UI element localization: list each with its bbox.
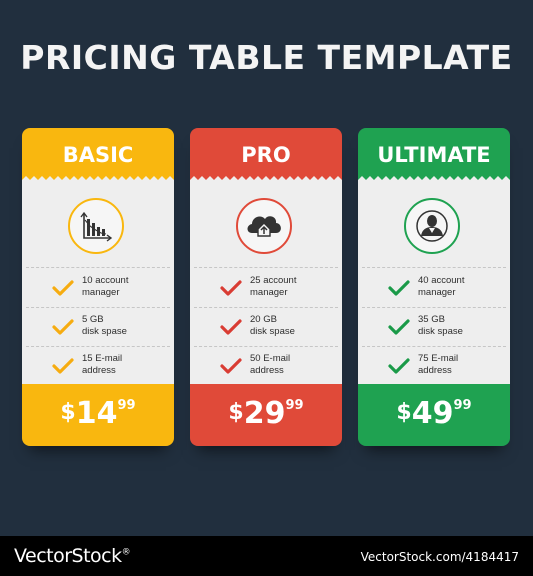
divider	[26, 307, 170, 308]
divider	[26, 267, 170, 268]
divider	[194, 346, 338, 347]
feature-email: 50 E-mail address	[190, 350, 342, 384]
feature-line: 20 GB	[250, 314, 277, 325]
user-icon	[404, 198, 460, 254]
feature-line: disk spase	[82, 326, 127, 337]
feature-line: 50 E-mail	[250, 353, 291, 364]
pricing-card-pro[interactable]: PRO 25 account manager 20 GB disk spase 50…	[190, 128, 342, 446]
zigzag-edge	[22, 176, 174, 184]
divider	[362, 346, 506, 347]
price: $1499	[22, 396, 174, 431]
feature-accounts: 25 account manager	[190, 272, 342, 306]
card-body: 40 account manager 35 GB disk spase 75 E-m…	[358, 176, 510, 392]
feature-line: 15 E-mail	[82, 353, 123, 364]
feature-disk: 5 GB disk spase	[22, 311, 174, 345]
price: $2999	[190, 396, 342, 431]
check-icon	[52, 358, 74, 374]
check-icon	[220, 280, 242, 296]
price-currency: $	[396, 400, 412, 425]
feature-email: 75 E-mail address	[358, 350, 510, 384]
feature-line: address	[82, 365, 116, 376]
feature-line: address	[418, 365, 452, 376]
card-body: 10 account manager 5 GB disk spase 15 E-ma…	[22, 176, 174, 392]
brand-name: VectorStock	[14, 545, 122, 567]
price-cents: 99	[117, 398, 136, 413]
plan-name: PRO	[241, 143, 291, 167]
bar-chart-icon	[68, 198, 124, 254]
feature-line: 10 account	[82, 275, 129, 286]
plan-name: ULTIMATE	[377, 143, 491, 167]
check-icon	[52, 280, 74, 296]
feature-line: manager	[418, 287, 456, 298]
divider	[362, 307, 506, 308]
check-icon	[220, 358, 242, 374]
pricing-card-ultimate[interactable]: ULTIMATE 40 account manager 35 GB disk spa…	[358, 128, 510, 446]
feature-line: 40 account	[418, 275, 465, 286]
image-id: VectorStock.com/4184417	[360, 550, 519, 564]
feature-line: manager	[82, 287, 120, 298]
feature-accounts: 40 account manager	[358, 272, 510, 306]
zigzag-edge	[190, 176, 342, 184]
cloud-upload-icon	[236, 198, 292, 254]
divider	[194, 307, 338, 308]
feature-line: address	[250, 365, 284, 376]
price-currency: $	[60, 400, 76, 425]
zigzag-edge	[358, 176, 510, 184]
price-amount: 49	[411, 396, 454, 431]
price-cents: 99	[285, 398, 304, 413]
feature-line: 75 E-mail	[418, 353, 459, 364]
feature-line: manager	[250, 287, 288, 298]
check-icon	[388, 319, 410, 335]
feature-line: 25 account	[250, 275, 297, 286]
check-icon	[220, 319, 242, 335]
feature-line: 35 GB	[418, 314, 445, 325]
card-body: 25 account manager 20 GB disk spase 50 E-m…	[190, 176, 342, 392]
card-footer: $4999	[358, 384, 510, 446]
price-amount: 29	[243, 396, 286, 431]
price-currency: $	[228, 400, 244, 425]
feature-accounts: 10 account manager	[22, 272, 174, 306]
card-footer: $1499	[22, 384, 174, 446]
check-icon	[388, 358, 410, 374]
check-icon	[52, 319, 74, 335]
feature-disk: 35 GB disk spase	[358, 311, 510, 345]
divider	[194, 267, 338, 268]
feature-email: 15 E-mail address	[22, 350, 174, 384]
divider	[26, 346, 170, 347]
pricing-card-basic[interactable]: BASIC 10 accountmanager 5 GBdisk spase	[22, 128, 174, 446]
card-footer: $2999	[190, 384, 342, 446]
feature-line: disk spase	[418, 326, 463, 337]
feature-line: disk spase	[250, 326, 295, 337]
price-cents: 99	[453, 398, 472, 413]
feature-disk: 20 GB disk spase	[190, 311, 342, 345]
trademark: ®	[121, 547, 131, 558]
page-title: PRICING TABLE TEMPLATE	[20, 38, 513, 77]
feature-line: 5 GB	[82, 314, 104, 325]
price: $4999	[358, 396, 510, 431]
check-icon	[388, 280, 410, 296]
price-amount: 14	[75, 396, 118, 431]
plan-name: BASIC	[62, 143, 134, 167]
divider	[362, 267, 506, 268]
brand-logo: VectorStock®	[14, 545, 131, 567]
watermark-banner: VectorStock® VectorStock.com/4184417	[0, 536, 533, 576]
